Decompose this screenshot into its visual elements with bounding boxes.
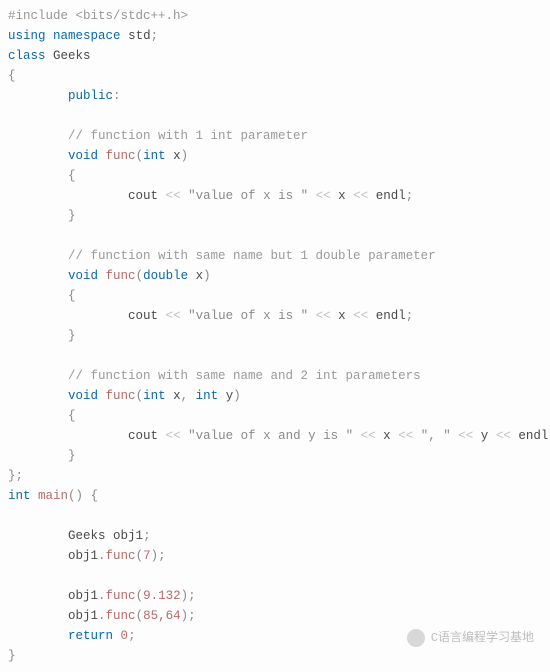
call-func-b: func bbox=[106, 589, 136, 603]
param-x-2: x bbox=[196, 269, 204, 283]
arg-c: 85,64 bbox=[143, 609, 181, 623]
kw-void-2: void bbox=[68, 269, 98, 283]
type-geeks: Geeks bbox=[68, 529, 106, 543]
endl-1: endl bbox=[376, 189, 406, 203]
return-val: 0 bbox=[121, 629, 129, 643]
ns-std: std bbox=[128, 29, 151, 43]
var-obj1-a: obj1 bbox=[68, 549, 98, 563]
param-x-3: x bbox=[173, 389, 181, 403]
type-int-3a: int bbox=[143, 389, 166, 403]
kw-void-1: void bbox=[68, 149, 98, 163]
type-int-1: int bbox=[143, 149, 166, 163]
str-2: "value of x is " bbox=[188, 309, 308, 323]
var-obj1-b: obj1 bbox=[68, 589, 98, 603]
watermark: C语言编程学习基地 bbox=[407, 628, 534, 648]
var-x-3: x bbox=[383, 429, 391, 443]
fn-func-1: func bbox=[106, 149, 136, 163]
header-name: <bits/stdc++.h> bbox=[76, 9, 189, 23]
endl-3: endl bbox=[518, 429, 548, 443]
str-3a: "value of x and y is " bbox=[188, 429, 353, 443]
cout-2: cout bbox=[128, 309, 158, 323]
comment-1: // function with 1 int parameter bbox=[68, 129, 308, 143]
var-x-1: x bbox=[338, 189, 346, 203]
fn-main: main bbox=[38, 489, 68, 503]
kw-return: return bbox=[68, 629, 113, 643]
fn-func-3: func bbox=[106, 389, 136, 403]
var-x-2: x bbox=[338, 309, 346, 323]
arg-a: 7 bbox=[143, 549, 151, 563]
str-3b: ", " bbox=[421, 429, 451, 443]
cout-1: cout bbox=[128, 189, 158, 203]
comment-3: // function with same name and 2 int par… bbox=[68, 369, 421, 383]
var-obj1-decl: obj1 bbox=[113, 529, 143, 543]
kw-public: public bbox=[68, 89, 113, 103]
var-y-3: y bbox=[481, 429, 489, 443]
watermark-icon bbox=[407, 629, 425, 647]
str-1: "value of x is " bbox=[188, 189, 308, 203]
var-obj1-c: obj1 bbox=[68, 609, 98, 623]
kw-class: class bbox=[8, 49, 46, 63]
endl-2: endl bbox=[376, 309, 406, 323]
kw-using: using bbox=[8, 29, 46, 43]
code-block: #include <bits/stdc++.h> using namespace… bbox=[8, 6, 542, 666]
param-x-1: x bbox=[173, 149, 181, 163]
comment-2: // function with same name but 1 double … bbox=[68, 249, 436, 263]
watermark-text: C语言编程学习基地 bbox=[431, 628, 534, 648]
fn-func-2: func bbox=[106, 269, 136, 283]
cout-3: cout bbox=[128, 429, 158, 443]
call-func-c: func bbox=[106, 609, 136, 623]
call-func-a: func bbox=[106, 549, 136, 563]
preproc-include: #include bbox=[8, 9, 68, 23]
class-name: Geeks bbox=[53, 49, 91, 63]
type-int-3b: int bbox=[196, 389, 219, 403]
arg-b: 9.132 bbox=[143, 589, 181, 603]
type-int-main: int bbox=[8, 489, 31, 503]
type-double-2: double bbox=[143, 269, 188, 283]
kw-namespace: namespace bbox=[53, 29, 121, 43]
kw-void-3: void bbox=[68, 389, 98, 403]
